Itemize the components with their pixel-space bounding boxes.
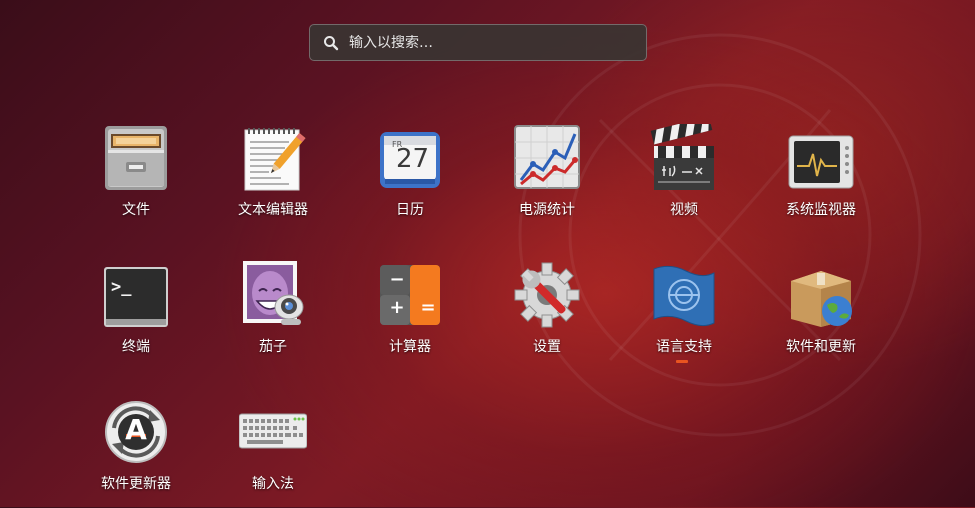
app-label: 计算器	[389, 339, 431, 355]
text-editor-icon	[244, 128, 306, 191]
calendar-day-number: 27	[396, 144, 430, 174]
calculator-key-equals: =	[420, 297, 436, 318]
terminal-prompt: >_	[111, 277, 132, 297]
app-software-updater[interactable]: A 软件更新器	[68, 398, 204, 508]
app-settings[interactable]: 设置	[479, 261, 615, 371]
app-label: 文件	[122, 202, 150, 218]
app-videos[interactable]: 视频	[616, 124, 752, 234]
power-statistics-icon	[514, 125, 580, 189]
app-language-support[interactable]: 语言支持	[616, 261, 752, 371]
calculator-icon	[380, 265, 440, 325]
app-label: 系统监视器	[786, 202, 856, 218]
cheese-webcam-icon	[243, 261, 304, 325]
app-label: 电源统计	[519, 202, 575, 218]
app-input-method[interactable]: 输入法	[205, 398, 341, 508]
app-label: 终端	[122, 339, 150, 355]
language-flag-icon	[653, 265, 715, 327]
running-indicator	[676, 360, 688, 363]
app-power-statistics[interactable]: 电源统计	[479, 124, 615, 234]
calculator-key-plus: +	[389, 297, 405, 318]
app-label: 输入法	[252, 476, 294, 492]
app-label: 软件更新器	[101, 476, 171, 492]
settings-gear-wrench-icon	[514, 262, 580, 328]
app-label: 设置	[533, 339, 561, 355]
updater-glyph: A	[125, 413, 147, 446]
app-calculator[interactable]: − = + = 计算器	[342, 261, 478, 371]
app-label: 语言支持	[656, 339, 712, 355]
clapperboard-icon	[650, 124, 714, 190]
app-label: 文本编辑器	[238, 202, 308, 218]
keyboard-icon	[239, 413, 307, 449]
app-calendar[interactable]: FR 27 日历	[342, 124, 478, 234]
app-label: 茄子	[259, 339, 287, 355]
search-bar[interactable]	[309, 24, 647, 61]
app-text-editor[interactable]: 文本编辑器	[205, 124, 341, 234]
app-software-and-updates[interactable]: 软件和更新	[753, 261, 889, 371]
app-label: 视频	[670, 202, 698, 218]
file-cabinet-icon	[105, 126, 167, 190]
software-package-globe-icon	[791, 271, 852, 327]
app-label: 软件和更新	[786, 339, 856, 355]
search-input[interactable]	[349, 34, 629, 51]
app-terminal[interactable]: >_ 终端	[68, 261, 204, 371]
app-system-monitor[interactable]: 系统监视器	[753, 124, 889, 234]
search-icon	[324, 35, 339, 50]
calculator-key-minus: −	[389, 269, 405, 290]
app-cheese[interactable]: 茄子	[205, 261, 341, 371]
system-monitor-icon	[788, 135, 854, 189]
app-files[interactable]: 文件	[68, 124, 204, 234]
app-label: 日历	[396, 202, 424, 218]
